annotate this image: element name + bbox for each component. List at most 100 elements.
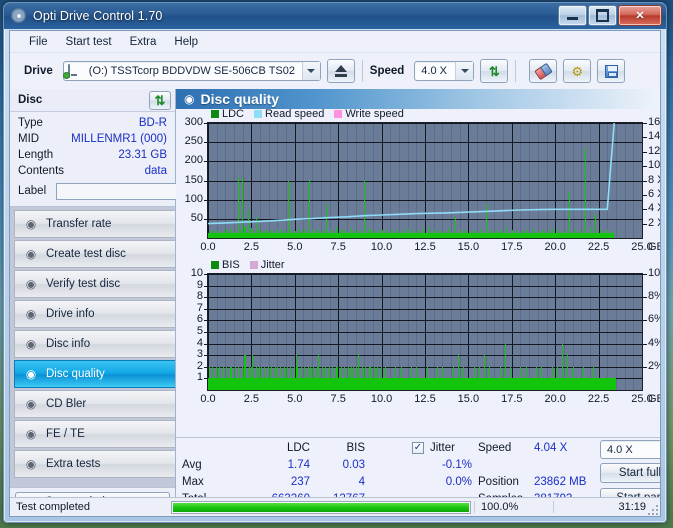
sidebar-item-disc-quality[interactable]: ◉ Disc quality <box>14 360 175 388</box>
y-axis-right-tick-label: 6% <box>648 313 660 326</box>
disc-icon: ◉ <box>25 397 37 411</box>
y-axis-right-tick-label: 2 X <box>648 216 660 229</box>
save-button[interactable] <box>597 59 626 83</box>
menu-bar: File Start test Extra Help <box>10 31 660 53</box>
data-spike <box>505 343 506 390</box>
disc-group-header: Disc ⇅ <box>10 89 175 112</box>
data-spike <box>557 366 558 390</box>
data-spike <box>520 366 521 390</box>
data-spike <box>573 366 574 390</box>
sidebar-item-disc-info[interactable]: ◉ Disc info <box>14 330 175 358</box>
x-axis-tick-label: 7.5 <box>330 241 346 253</box>
test-speed-select[interactable]: 4.0 X <box>600 440 660 459</box>
start-full-button[interactable]: Start full <box>600 463 660 483</box>
data-spike <box>367 378 368 390</box>
data-spike <box>406 378 407 390</box>
data-spike <box>275 366 276 390</box>
data-spike <box>259 366 260 390</box>
x-axis-tick-label: 20.0 <box>544 393 566 405</box>
sidebar-item-extra-tests[interactable]: ◉ Extra tests <box>14 450 175 478</box>
data-spike <box>381 366 382 390</box>
drive-icon: ◉ <box>25 307 37 321</box>
sidebar-item-label: FE / TE <box>46 428 85 440</box>
data-spike <box>370 366 371 390</box>
data-spike <box>432 378 433 390</box>
speed-select[interactable]: 4.0 X <box>414 61 475 81</box>
disc-refresh-button[interactable]: ⇅ <box>149 90 171 110</box>
disc-label-row: Label <box>18 180 245 202</box>
progress-bar <box>171 500 471 514</box>
data-spike <box>209 366 210 390</box>
y-axis-right-tick-label: 6 X <box>648 187 660 200</box>
data-spike <box>385 366 386 390</box>
status-bar: Test completed 100.0% 31:19 <box>10 497 660 516</box>
title-bar: Opti Drive Control 1.70 ✕ <box>4 3 666 29</box>
x-axis-tick-label: 0.0 <box>200 393 216 405</box>
jitter-checkbox[interactable] <box>412 442 424 454</box>
chart-legend: BIS Jitter <box>211 259 285 271</box>
chevron-down-icon[interactable] <box>455 62 474 80</box>
sidebar-item-transfer-rate[interactable]: ◉ Transfer rate <box>14 210 175 238</box>
maximize-button[interactable] <box>588 5 617 26</box>
data-spike <box>531 378 532 390</box>
data-spike <box>379 378 380 390</box>
y-axis-tick-label: 50 <box>190 211 203 224</box>
data-spike <box>224 378 225 390</box>
menu-extra[interactable]: Extra <box>121 34 166 50</box>
resize-grip[interactable] <box>646 503 658 515</box>
settings-button[interactable]: ⚙ <box>563 59 592 83</box>
disc-info: Type BD-R MID MILLENMR1 (000) Length 23.… <box>10 112 245 207</box>
close-button[interactable]: ✕ <box>618 5 662 26</box>
chevron-down-icon[interactable] <box>301 62 320 80</box>
data-spike <box>320 378 321 390</box>
disc-type-value: BD-R <box>138 117 167 129</box>
data-spike <box>448 378 449 390</box>
toolbar: Drive (O:) TSSTcorp BDDVDW SE-506CB TS02… <box>10 53 660 90</box>
sidebar-item-verify-test-disc[interactable]: ◉ Verify test disc <box>14 270 175 298</box>
x-axis-tick-label: 15.0 <box>457 241 480 253</box>
disc-burn-icon: ◉ <box>25 247 37 261</box>
disc-row-length: Length 23.31 GB <box>18 147 169 163</box>
sidebar-item-create-test-disc[interactable]: ◉ Create test disc <box>14 240 175 268</box>
disc-quality-icon: ◉ <box>184 92 195 106</box>
data-spike <box>268 366 269 390</box>
right-panel: ◉ Disc quality LDC Read speed Write speed 5… <box>176 89 660 516</box>
disc-length-value: 23.31 GB <box>118 149 167 161</box>
x-axis-tick-label: 7.5 <box>330 393 346 405</box>
erase-button[interactable] <box>529 59 558 83</box>
menu-help[interactable]: Help <box>165 34 207 50</box>
menu-file[interactable]: File <box>20 34 57 50</box>
drive-select-value: (O:) TSSTcorp BDDVDW SE-506CB TS02 <box>88 65 295 77</box>
sidebar-item-cd-bler[interactable]: ◉ CD Bler <box>14 390 175 418</box>
sidebar-item-drive-info[interactable]: ◉ Drive info <box>14 300 175 328</box>
data-spike <box>301 366 302 390</box>
x-axis-tick-label: 20.0 <box>544 241 566 253</box>
stats-ldc-max: 237 <box>290 476 310 488</box>
y-axis-right-tick-label: 4% <box>648 336 660 349</box>
elapsed-time: 31:19 <box>553 501 660 513</box>
drive-select[interactable]: (O:) TSSTcorp BDDVDW SE-506CB TS02 <box>62 61 321 81</box>
eject-button[interactable] <box>326 59 355 83</box>
data-spike <box>330 378 331 390</box>
x-axis-tick-label: 15.0 <box>457 393 480 405</box>
test-speed-value: 4.0 X <box>607 443 633 456</box>
data-spike <box>411 366 412 390</box>
y-axis-tick-label: 4 <box>196 336 203 349</box>
x-axis-tick-label: 10.0 <box>370 241 393 253</box>
data-spike <box>261 366 262 390</box>
disc-group-title: Disc <box>18 94 43 106</box>
menu-start-test[interactable]: Start test <box>57 34 121 50</box>
refresh-icon: ⇅ <box>154 92 166 108</box>
stats-jitter-avg: -0.1% <box>441 459 472 471</box>
bis-chart: BIS Jitter 12345678910 2% 4% 6% 8% 10% 0.0 2.5 5.0… <box>176 259 660 411</box>
minimize-button[interactable] <box>558 5 587 26</box>
data-spike <box>479 366 480 390</box>
sidebar-item-fe-te[interactable]: ◉ FE / TE <box>14 420 175 448</box>
stats-bis-avg: 0.03 <box>342 459 365 471</box>
data-spike <box>240 378 241 390</box>
speed-select-value: 4.0 X <box>421 65 447 77</box>
data-spike <box>500 366 501 390</box>
refresh-button[interactable]: ⇅ <box>480 59 509 83</box>
data-spike <box>297 366 298 390</box>
data-spike <box>474 366 475 390</box>
